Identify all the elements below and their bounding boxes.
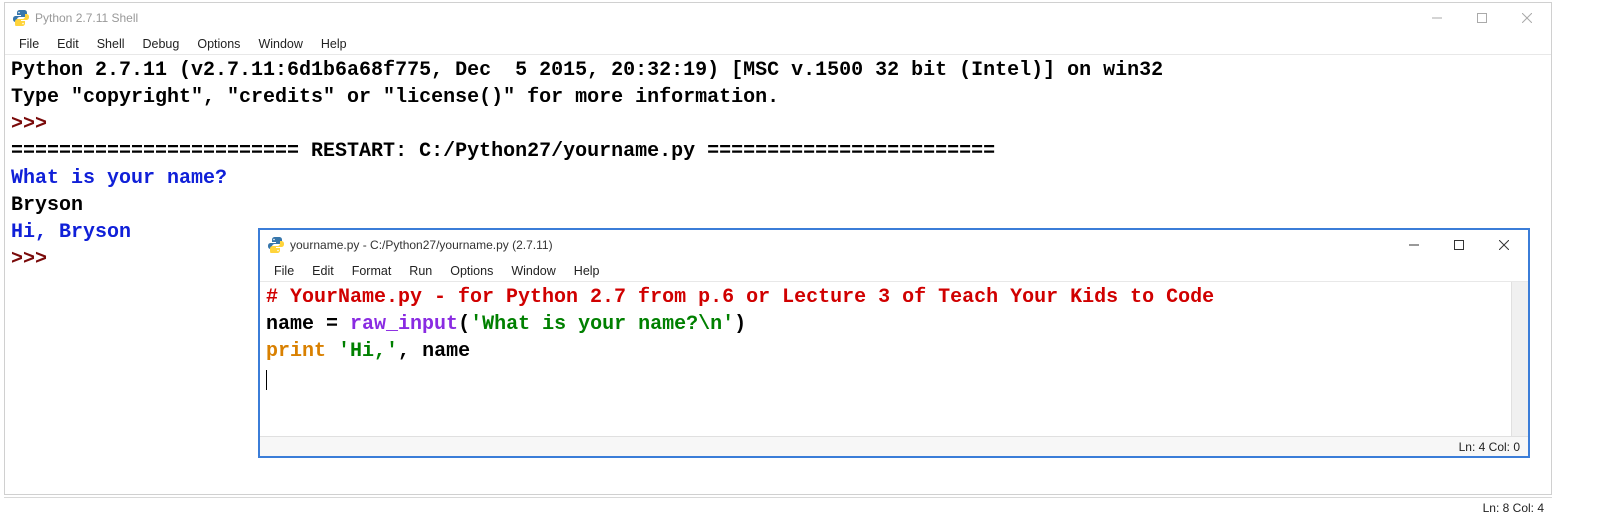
editor-window: yourname.py - C:/Python27/yourname.py (2… — [258, 228, 1530, 458]
code-paren-open: ( — [458, 313, 470, 336]
shell-statusbar: Ln: 8 Col: 4 — [4, 497, 1552, 517]
editor-title: yourname.py - C:/Python27/yourname.py (2… — [290, 238, 1391, 252]
menu-format[interactable]: Format — [344, 262, 400, 280]
minimize-button[interactable] — [1391, 231, 1436, 259]
shell-banner-line2: Type "copyright", "credits" or "license(… — [11, 86, 779, 109]
text-cursor — [266, 370, 267, 390]
menu-window[interactable]: Window — [503, 262, 563, 280]
shell-window-controls — [1414, 4, 1549, 32]
editor-cursor-position: Ln: 4 Col: 0 — [1459, 440, 1520, 454]
shell-prompt: >>> — [11, 113, 59, 136]
shell-menubar: File Edit Shell Debug Options Window Hel… — [5, 33, 1551, 55]
shell-prompt: >>> — [11, 248, 59, 271]
shell-title: Python 2.7.11 Shell — [35, 11, 1414, 25]
shell-cursor-position: Ln: 8 Col: 4 — [1483, 501, 1544, 515]
shell-banner-line1: Python 2.7.11 (v2.7.11:6d1b6a68f775, Dec… — [11, 59, 1163, 82]
menu-edit[interactable]: Edit — [49, 35, 87, 53]
menu-options[interactable]: Options — [189, 35, 248, 53]
maximize-button[interactable] — [1459, 4, 1504, 32]
shell-stdout-question: What is your name? — [11, 167, 227, 190]
editor-window-controls — [1391, 231, 1526, 259]
python-icon — [268, 237, 284, 253]
minimize-button[interactable] — [1414, 4, 1459, 32]
maximize-button[interactable] — [1436, 231, 1481, 259]
vertical-scrollbar[interactable] — [1511, 282, 1528, 436]
code-paren-close: ) — [734, 313, 746, 336]
shell-restart-line: ======================== RESTART: C:/Pyt… — [11, 140, 995, 163]
close-button[interactable] — [1481, 231, 1526, 259]
menu-debug[interactable]: Debug — [135, 35, 188, 53]
menu-help[interactable]: Help — [566, 262, 608, 280]
shell-stdout-greeting: Hi, Bryson — [11, 221, 131, 244]
menu-window[interactable]: Window — [250, 35, 310, 53]
menu-file[interactable]: File — [266, 262, 302, 280]
code-space — [326, 340, 338, 363]
menu-run[interactable]: Run — [401, 262, 440, 280]
menu-shell[interactable]: Shell — [89, 35, 133, 53]
python-icon — [13, 10, 29, 26]
menu-edit[interactable]: Edit — [304, 262, 342, 280]
code-print-keyword: print — [266, 340, 326, 363]
code-equals: = — [326, 313, 350, 336]
code-name-ref: name — [422, 340, 470, 363]
shell-user-input: Bryson — [11, 194, 83, 217]
code-comma: , — [398, 340, 422, 363]
editor-titlebar[interactable]: yourname.py - C:/Python27/yourname.py (2… — [260, 230, 1528, 260]
code-raw-input: raw_input — [350, 313, 458, 336]
menu-help[interactable]: Help — [313, 35, 355, 53]
shell-titlebar[interactable]: Python 2.7.11 Shell — [5, 3, 1551, 33]
close-button[interactable] — [1504, 4, 1549, 32]
code-comment: # YourName.py - for Python 2.7 from p.6 … — [266, 286, 1214, 309]
code-string-hi: 'Hi,' — [338, 340, 398, 363]
editor-menubar: File Edit Format Run Options Window Help — [260, 260, 1528, 282]
code-string-arg: 'What is your name?\n' — [470, 313, 734, 336]
editor-statusbar: Ln: 4 Col: 0 — [260, 436, 1528, 456]
editor-content[interactable]: # YourName.py - for Python 2.7 from p.6 … — [260, 282, 1528, 436]
menu-file[interactable]: File — [11, 35, 47, 53]
menu-options[interactable]: Options — [442, 262, 501, 280]
code-name-var: name — [266, 313, 326, 336]
